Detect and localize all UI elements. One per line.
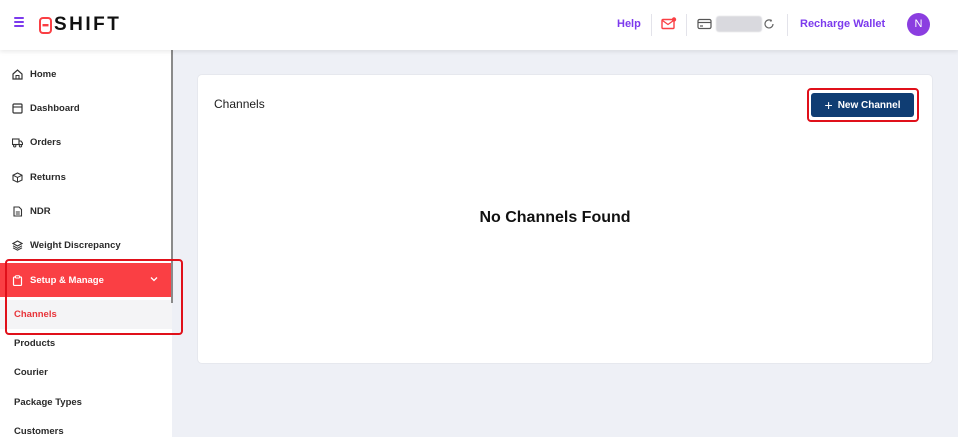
home-icon (12, 68, 23, 80)
help-link[interactable]: Help (617, 18, 641, 30)
highlight-annotation (807, 88, 919, 122)
divider (686, 14, 687, 36)
document-icon (13, 205, 23, 217)
sidebar-item-returns[interactable]: Returns (0, 160, 172, 194)
sidebar-item-label: Home (30, 68, 57, 80)
sidebar-item-home[interactable]: Home (0, 57, 172, 91)
layers-icon (12, 239, 23, 251)
logo-text: SHIFT (54, 14, 122, 35)
sidebar-item-dashboard[interactable]: Dashboard (0, 91, 172, 125)
logo-mark-icon (39, 16, 52, 34)
recharge-wallet-link[interactable]: Recharge Wallet (800, 18, 885, 30)
divider (787, 14, 788, 36)
sidebar-item-label: Orders (30, 136, 62, 148)
divider (651, 14, 652, 36)
dashboard-icon (12, 102, 23, 114)
highlight-annotation (5, 259, 183, 335)
sidebar-subitem-courier[interactable]: Courier (0, 358, 172, 387)
sidebar-item-label: Dashboard (30, 102, 80, 114)
sidebar-subitem-package-types[interactable]: Package Types (0, 388, 172, 417)
empty-state-message: No Channels Found (479, 209, 631, 226)
sidebar-item-label: Weight Discrepancy (30, 239, 121, 251)
refresh-icon[interactable] (763, 18, 775, 30)
wallet-icon (697, 18, 712, 30)
menu-icon[interactable] (14, 17, 26, 29)
logo[interactable]: SHIFT (39, 14, 122, 35)
sidebar-item-ndr[interactable]: NDR (0, 194, 172, 228)
avatar[interactable]: N (907, 13, 930, 36)
top-header: SHIFT Help Recharge Wallet N (0, 0, 958, 50)
sidebar-item-weight-discrepancy[interactable]: Weight Discrepancy (0, 228, 172, 262)
box-icon (12, 171, 23, 183)
sidebar-subitem-customers[interactable]: Customers (0, 417, 172, 437)
sidebar-item-label: Returns (30, 171, 66, 183)
sidebar-item-orders[interactable]: Orders (0, 125, 172, 159)
sidebar-item-label: NDR (30, 205, 51, 217)
wallet-balance-redacted (716, 16, 762, 32)
truck-icon (12, 137, 23, 148)
page-title: Channels (214, 97, 265, 111)
mail-notification-icon[interactable] (661, 17, 677, 30)
sidebar: Home Dashboard Orders Returns NDR Weight… (0, 50, 172, 437)
